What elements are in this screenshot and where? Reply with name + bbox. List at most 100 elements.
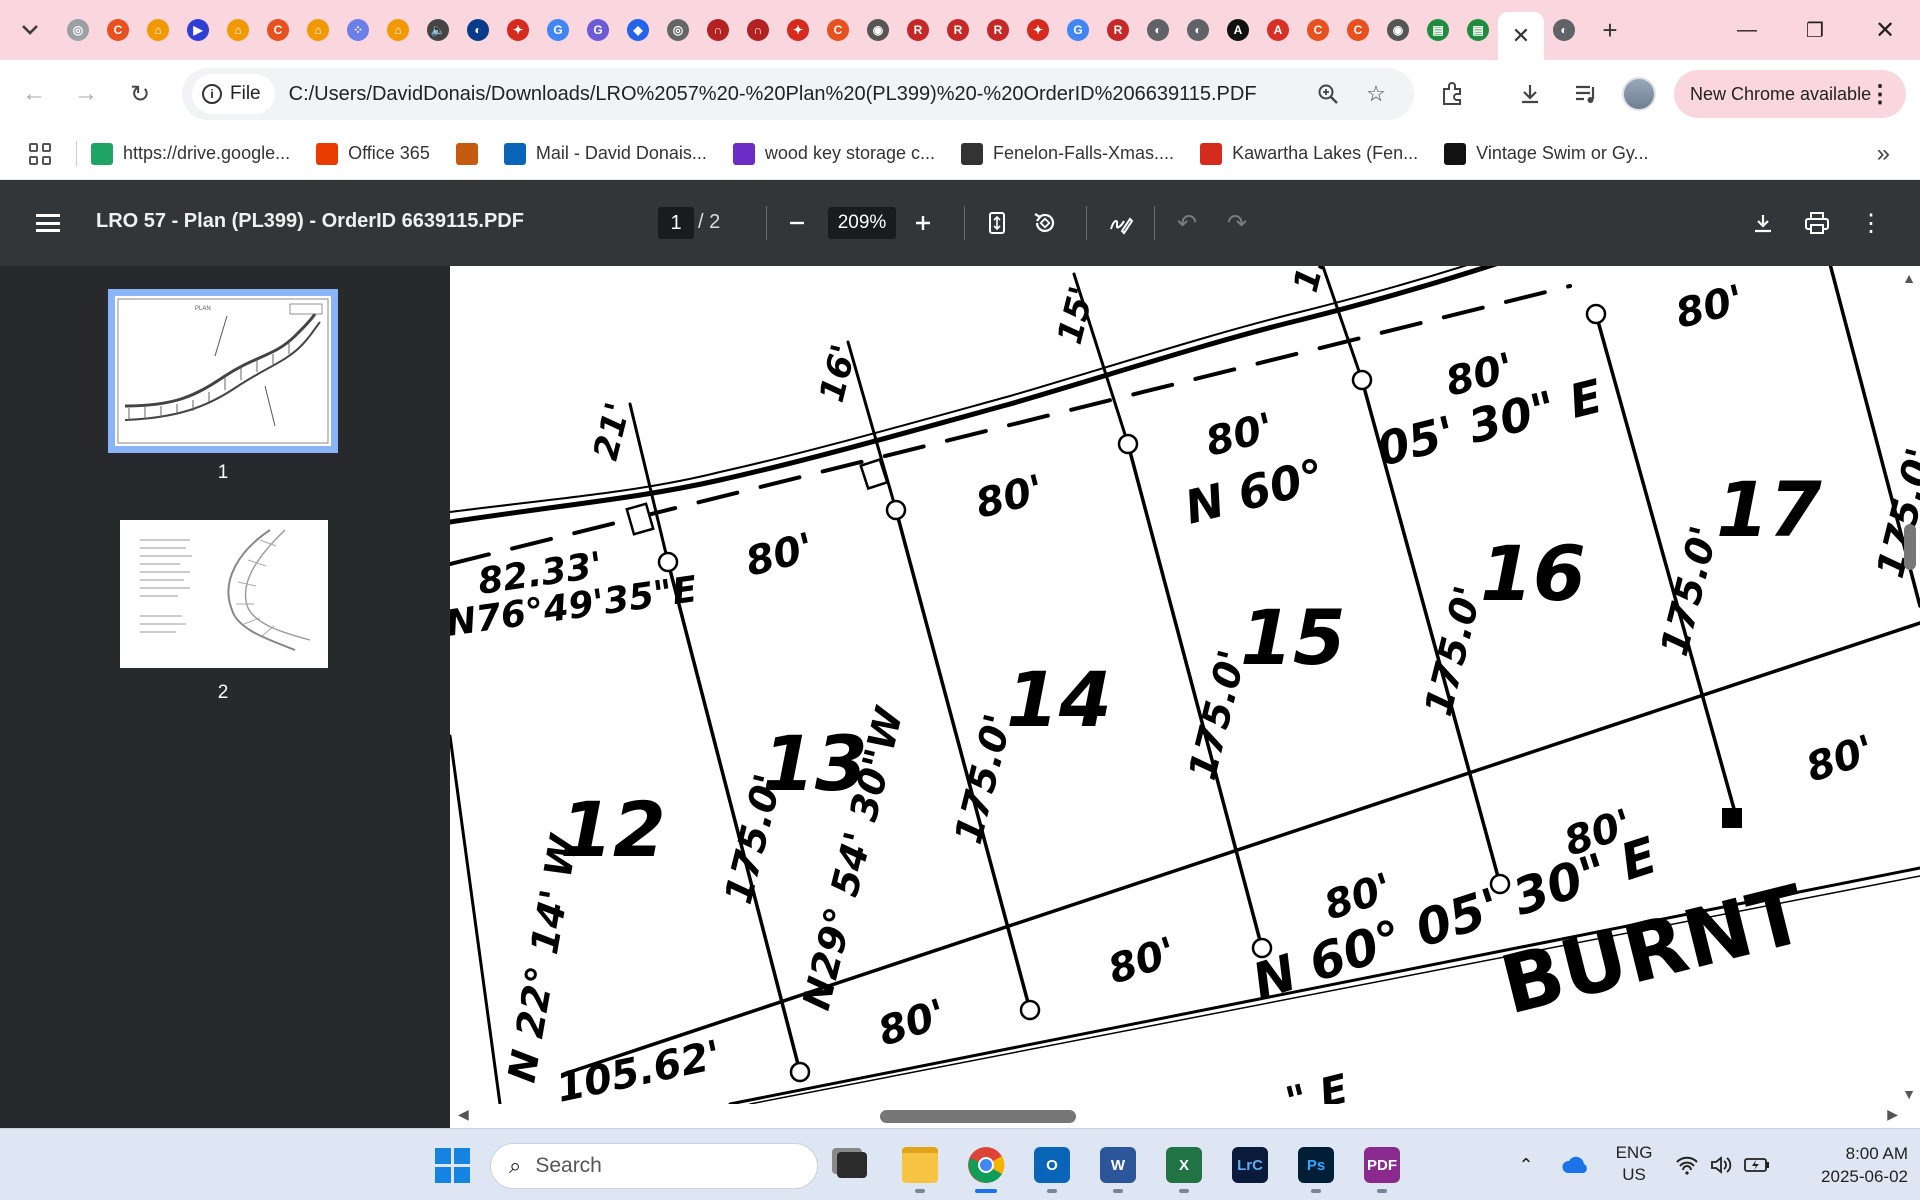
tab[interactable]: 🔈 <box>418 10 458 50</box>
more-bookmarks-icon[interactable]: » <box>1877 140 1890 168</box>
tab[interactable]: R <box>938 10 978 50</box>
volume-icon[interactable] <box>1706 1129 1736 1201</box>
download-icon[interactable] <box>1744 204 1782 242</box>
scroll-up-arrow-icon[interactable]: ▲ <box>1902 270 1916 286</box>
bookmark-item[interactable]: Kawartha Lakes (Fen... <box>1200 142 1418 165</box>
horizontal-scrollbar[interactable]: ◀ ▶ <box>450 1104 1920 1128</box>
active-tab[interactable]: ✕ <box>1498 12 1544 60</box>
bookmark-item[interactable]: Vintage Swim or Gy... <box>1444 142 1649 165</box>
taskbar-search[interactable]: ⌕ Search <box>490 1143 818 1189</box>
zoom-icon[interactable] <box>1310 76 1346 112</box>
tab[interactable]: ◎ <box>58 10 98 50</box>
chrome-button[interactable] <box>962 1141 1010 1193</box>
tab[interactable]: ◉ <box>1378 10 1418 50</box>
tab[interactable]: R <box>1098 10 1138 50</box>
wifi-icon[interactable] <box>1672 1129 1702 1201</box>
bookmark-item[interactable]: Fenelon-Falls-Xmas.... <box>961 142 1174 165</box>
more-options-icon[interactable]: ⋮ <box>1852 204 1890 242</box>
tab[interactable]: G <box>538 10 578 50</box>
tab[interactable]: ⌂ <box>378 10 418 50</box>
tab[interactable]: ▤ <box>1458 10 1498 50</box>
excel-button[interactable]: X <box>1160 1141 1208 1193</box>
page-thumbnail-1[interactable]: PLAN <box>108 289 338 453</box>
fit-page-icon[interactable] <box>978 204 1016 242</box>
tab[interactable]: C <box>1338 10 1378 50</box>
tab[interactable]: A <box>1258 10 1298 50</box>
tab[interactable]: ◐ <box>1178 10 1218 50</box>
horizontal-scrollbar-thumb[interactable] <box>880 1110 1076 1123</box>
forward-button[interactable]: → <box>64 72 108 116</box>
pdf-document-view[interactable]: 12 13 14 15 16 17 80' 80' 80' 80' N 60° … <box>450 266 1920 1128</box>
bookmark-star-icon[interactable]: ☆ <box>1358 76 1394 112</box>
tab[interactable]: ∩ <box>698 10 738 50</box>
word-button[interactable]: W <box>1094 1141 1142 1193</box>
tab[interactable]: ⌂ <box>138 10 178 50</box>
new-tab-button[interactable]: + <box>1590 10 1630 50</box>
scroll-right-arrow-icon[interactable]: ▶ <box>1887 1106 1898 1123</box>
outlook-button[interactable]: O <box>1028 1141 1076 1193</box>
tab[interactable]: C <box>98 10 138 50</box>
tab[interactable]: ∩ <box>738 10 778 50</box>
tab[interactable]: ✦ <box>498 10 538 50</box>
tab[interactable]: G <box>1058 10 1098 50</box>
start-button[interactable] <box>428 1141 476 1189</box>
menu-icon[interactable] <box>36 211 60 235</box>
zoom-level-input[interactable]: 209% <box>828 207 896 239</box>
show-hidden-icons-chevron-icon[interactable]: ⌃ <box>1510 1129 1542 1201</box>
reload-button[interactable]: ↻ <box>118 72 162 116</box>
restore-button[interactable]: ❐ <box>1780 0 1850 60</box>
extensions-icon[interactable] <box>1430 72 1474 116</box>
bookmark-item[interactable] <box>455 142 478 165</box>
tab[interactable]: ⌂ <box>298 10 338 50</box>
tab[interactable]: ⌂ <box>218 10 258 50</box>
tab[interactable]: ⁘ <box>338 10 378 50</box>
annotate-pen-icon[interactable] <box>1102 204 1140 242</box>
zoom-in-icon[interactable] <box>904 204 942 242</box>
tab[interactable]: ◆ <box>618 10 658 50</box>
rotate-icon[interactable] <box>1026 204 1064 242</box>
system-clock[interactable]: 8:00 AM 2025-06-02 <box>1788 1142 1908 1188</box>
back-button[interactable]: ← <box>12 72 56 116</box>
tab[interactable]: C <box>818 10 858 50</box>
media-controls-icon[interactable] <box>1564 72 1608 116</box>
file-explorer-button[interactable] <box>896 1141 944 1193</box>
tab[interactable]: R <box>978 10 1018 50</box>
bookmark-item[interactable]: wood key storage c... <box>732 142 935 165</box>
vertical-scrollbar-thumb[interactable] <box>1904 524 1916 570</box>
photoshop-button[interactable]: Ps <box>1292 1141 1340 1193</box>
tab[interactable]: A <box>1218 10 1258 50</box>
scroll-left-arrow-icon[interactable]: ◀ <box>458 1106 469 1123</box>
tab[interactable]: C <box>1298 10 1338 50</box>
task-view-button[interactable] <box>828 1141 876 1189</box>
tab[interactable]: ✦ <box>1018 10 1058 50</box>
profile-avatar[interactable] <box>1622 77 1656 111</box>
tab[interactable]: ▤ <box>1418 10 1458 50</box>
tab[interactable]: ◐ <box>1138 10 1178 50</box>
pdf-app-button[interactable]: PDF <box>1358 1141 1406 1193</box>
tab[interactable]: ◎ <box>658 10 698 50</box>
downloads-icon[interactable] <box>1508 72 1552 116</box>
apps-grid-icon[interactable] <box>18 132 62 176</box>
tab[interactable]: ◐ <box>1544 10 1584 50</box>
page-thumbnail-2[interactable] <box>120 520 328 668</box>
address-bar[interactable]: i File C:/Users/DavidDonais/Downloads/LR… <box>182 68 1414 120</box>
tab[interactable]: G <box>578 10 618 50</box>
battery-icon[interactable] <box>1740 1129 1774 1201</box>
tab[interactable]: ✦ <box>778 10 818 50</box>
zoom-out-icon[interactable] <box>778 204 816 242</box>
bookmark-item[interactable]: https://drive.google... <box>91 142 290 165</box>
input-language-indicator[interactable]: ENG US <box>1612 1142 1656 1186</box>
minimize-button[interactable]: — <box>1712 0 1782 60</box>
lightroom-button[interactable]: LrC <box>1226 1141 1274 1189</box>
tab[interactable]: R <box>898 10 938 50</box>
tab[interactable]: ◉ <box>858 10 898 50</box>
site-info-chip[interactable]: i File <box>192 74 275 114</box>
print-icon[interactable] <box>1798 204 1836 242</box>
onedrive-icon[interactable] <box>1556 1129 1596 1201</box>
close-window-button[interactable]: ✕ <box>1850 0 1920 60</box>
bookmark-item[interactable]: Office 365 <box>316 142 430 165</box>
undo-icon[interactable]: ↶ <box>1168 204 1206 242</box>
redo-icon[interactable]: ↷ <box>1218 204 1256 242</box>
tab[interactable]: ▶ <box>178 10 218 50</box>
url-text[interactable]: C:/Users/DavidDonais/Downloads/LRO%2057%… <box>289 83 1257 106</box>
